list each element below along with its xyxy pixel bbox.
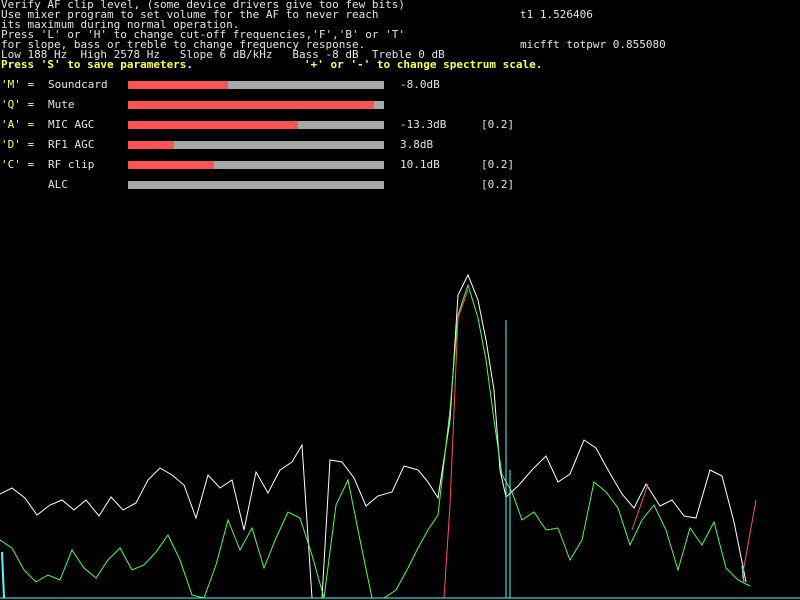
spectrum-display (0, 273, 800, 599)
spectrum-trace-white-peak (321, 273, 747, 599)
spectrum-trace-green (0, 283, 751, 599)
spectrum-trace-red-tail (741, 499, 757, 579)
left-edge-marker (1, 551, 5, 599)
spectrum-trace-white (0, 443, 313, 599)
